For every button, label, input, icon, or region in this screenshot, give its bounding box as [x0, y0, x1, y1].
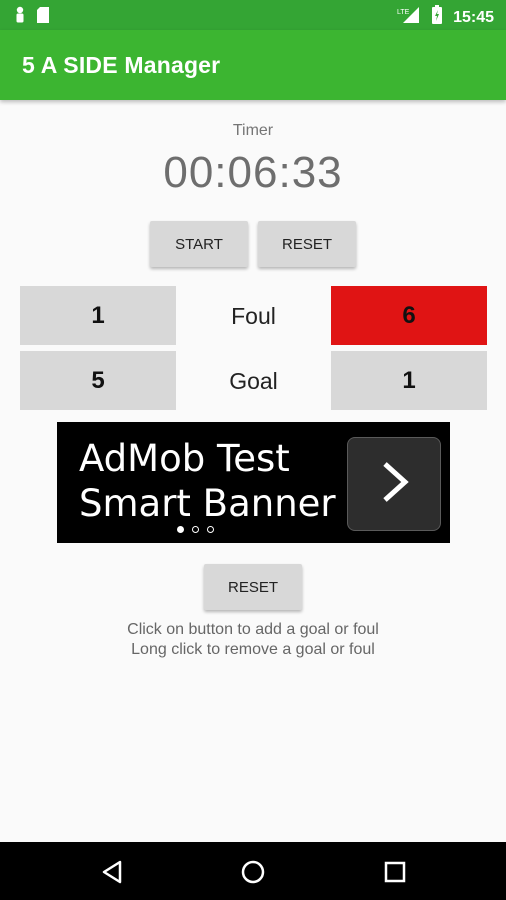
sd-card-icon: [36, 6, 50, 29]
timer-display: 00:06:33: [163, 148, 343, 197]
svg-text:LTE: LTE: [397, 9, 410, 16]
reset-scores-button[interactable]: RESET: [204, 564, 302, 610]
chevron-right-icon: [377, 460, 411, 509]
instructions: Click on button to add a goal or foul Lo…: [0, 620, 506, 660]
team2-goal-button[interactable]: 1: [331, 351, 487, 410]
team1-goal-button[interactable]: 5: [20, 351, 176, 410]
ad-arrow-button[interactable]: [347, 437, 441, 531]
reset-timer-button[interactable]: RESET: [258, 221, 356, 267]
page-dot: [207, 526, 214, 533]
recents-icon[interactable]: [380, 857, 410, 887]
battery-icon: [431, 5, 443, 30]
start-button[interactable]: START: [150, 221, 248, 267]
goal-label: Goal: [229, 368, 278, 394]
app-bar: 5 A SIDE Manager: [0, 30, 506, 100]
instruction-line-1: Click on button to add a goal or foul: [127, 621, 379, 638]
ad-line-1: AdMob Test: [79, 437, 290, 480]
timer-label: Timer: [232, 122, 274, 139]
team1-foul-button[interactable]: 1: [20, 286, 176, 345]
back-icon[interactable]: [97, 857, 127, 887]
page-dot: [177, 526, 184, 533]
ad-banner[interactable]: AdMob Test Smart Banner: [57, 422, 450, 543]
status-time: 15:45: [453, 8, 494, 26]
foul-label: Foul: [231, 303, 276, 329]
ad-line-2: Smart Banner: [79, 482, 336, 525]
instruction-line-2: Long click to remove a goal or foul: [131, 641, 375, 658]
status-bar: LTE 15:45: [0, 0, 506, 30]
home-icon[interactable]: [238, 857, 268, 887]
app-title: 5 A SIDE Manager: [22, 52, 221, 78]
team2-foul-button[interactable]: 6: [331, 286, 487, 345]
ad-page-indicator: [177, 526, 214, 533]
person-icon: [14, 6, 26, 29]
ad-text: AdMob Test Smart Banner: [79, 436, 336, 526]
lte-signal-icon: LTE: [397, 6, 421, 29]
navigation-bar: [0, 842, 506, 900]
page-dot: [192, 526, 199, 533]
